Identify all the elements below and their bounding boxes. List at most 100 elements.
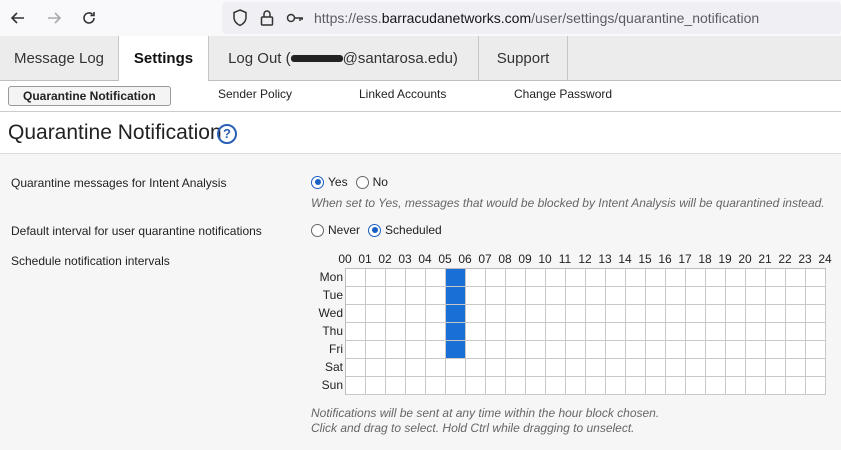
schedule-cell[interactable] — [426, 377, 446, 395]
schedule-cell[interactable] — [526, 377, 546, 395]
schedule-cell[interactable] — [606, 323, 626, 341]
schedule-cell[interactable] — [506, 269, 526, 287]
schedule-cell[interactable] — [726, 323, 746, 341]
schedule-cell[interactable] — [446, 323, 466, 341]
schedule-cell[interactable] — [466, 269, 486, 287]
schedule-cell[interactable] — [586, 323, 606, 341]
schedule-cell[interactable] — [526, 359, 546, 377]
schedule-cell[interactable] — [706, 377, 726, 395]
schedule-cell[interactable] — [346, 377, 366, 395]
schedule-cell[interactable] — [566, 323, 586, 341]
schedule-cell[interactable] — [466, 377, 486, 395]
schedule-cell[interactable] — [526, 341, 546, 359]
schedule-cell[interactable] — [726, 305, 746, 323]
schedule-cell[interactable] — [646, 323, 666, 341]
schedule-cell[interactable] — [626, 287, 646, 305]
schedule-cell[interactable] — [606, 269, 626, 287]
schedule-cell[interactable] — [406, 269, 426, 287]
schedule-cell[interactable] — [526, 287, 546, 305]
schedule-cell[interactable] — [486, 323, 506, 341]
tab-settings[interactable]: Settings — [118, 36, 209, 81]
schedule-cell[interactable] — [586, 359, 606, 377]
schedule-cell[interactable] — [606, 341, 626, 359]
schedule-cell[interactable] — [766, 269, 786, 287]
schedule-cell[interactable] — [686, 377, 706, 395]
schedule-cell[interactable] — [686, 323, 706, 341]
schedule-cell[interactable] — [506, 305, 526, 323]
url-bar[interactable]: https://ess.barracudanetworks.com/user/s… — [222, 2, 841, 34]
schedule-cell[interactable] — [546, 341, 566, 359]
schedule-cell[interactable] — [446, 287, 466, 305]
schedule-cell[interactable] — [666, 305, 686, 323]
schedule-cell[interactable] — [386, 305, 406, 323]
schedule-cell[interactable] — [386, 323, 406, 341]
schedule-cell[interactable] — [486, 341, 506, 359]
schedule-cell[interactable] — [626, 323, 646, 341]
schedule-cell[interactable] — [526, 305, 546, 323]
schedule-cell[interactable] — [586, 305, 606, 323]
interval-scheduled-option[interactable]: Scheduled — [368, 223, 442, 237]
schedule-cell[interactable] — [346, 305, 366, 323]
schedule-cell[interactable] — [726, 269, 746, 287]
schedule-cell[interactable] — [366, 305, 386, 323]
schedule-cell[interactable] — [506, 287, 526, 305]
schedule-cell[interactable] — [626, 269, 646, 287]
schedule-cell[interactable] — [606, 359, 626, 377]
schedule-cell[interactable] — [386, 341, 406, 359]
schedule-cell[interactable] — [566, 269, 586, 287]
schedule-cell[interactable] — [386, 269, 406, 287]
intent-no-radio[interactable] — [355, 175, 369, 189]
schedule-cell[interactable] — [706, 323, 726, 341]
schedule-cell[interactable] — [706, 305, 726, 323]
schedule-cell[interactable] — [586, 269, 606, 287]
schedule-cell[interactable] — [406, 341, 426, 359]
schedule-cell[interactable] — [686, 305, 706, 323]
schedule-cell[interactable] — [346, 341, 366, 359]
schedule-cell[interactable] — [666, 359, 686, 377]
lock-icon[interactable] — [260, 9, 274, 30]
schedule-cell[interactable] — [666, 323, 686, 341]
schedule-cell[interactable] — [386, 377, 406, 395]
schedule-cell[interactable] — [446, 341, 466, 359]
schedule-cell[interactable] — [486, 269, 506, 287]
schedule-cell[interactable] — [366, 269, 386, 287]
schedule-cell[interactable] — [566, 341, 586, 359]
schedule-cell[interactable] — [646, 359, 666, 377]
schedule-cell[interactable] — [646, 305, 666, 323]
schedule-cell[interactable] — [626, 305, 646, 323]
schedule-cell[interactable] — [786, 323, 806, 341]
tab-message-log[interactable]: Message Log — [0, 36, 119, 80]
tab-support[interactable]: Support — [479, 36, 568, 80]
schedule-cell[interactable] — [586, 377, 606, 395]
schedule-cell[interactable] — [446, 269, 466, 287]
schedule-cell[interactable] — [746, 341, 766, 359]
url-text[interactable]: https://ess.barracudanetworks.com/user/s… — [314, 10, 759, 26]
interval-never-radio[interactable] — [311, 223, 324, 237]
schedule-cell[interactable] — [646, 377, 666, 395]
schedule-cell[interactable] — [426, 287, 446, 305]
schedule-cell[interactable] — [726, 341, 746, 359]
schedule-cell[interactable] — [746, 377, 766, 395]
schedule-cell[interactable] — [366, 341, 386, 359]
schedule-cell[interactable] — [546, 323, 566, 341]
key-icon[interactable] — [286, 11, 304, 28]
schedule-cell[interactable] — [466, 359, 486, 377]
schedule-cell[interactable] — [746, 359, 766, 377]
schedule-cell[interactable] — [566, 305, 586, 323]
schedule-cell[interactable] — [486, 305, 506, 323]
schedule-cell[interactable] — [466, 341, 486, 359]
schedule-cell[interactable] — [586, 287, 606, 305]
schedule-cell[interactable] — [786, 341, 806, 359]
schedule-cell[interactable] — [766, 323, 786, 341]
schedule-cell[interactable] — [486, 287, 506, 305]
schedule-cell[interactable] — [746, 323, 766, 341]
schedule-cell[interactable] — [346, 359, 366, 377]
schedule-cell[interactable] — [546, 359, 566, 377]
schedule-cell[interactable] — [366, 323, 386, 341]
forward-arrow-icon[interactable] — [42, 6, 66, 30]
back-arrow-icon[interactable] — [6, 6, 30, 30]
schedule-cell[interactable] — [666, 269, 686, 287]
schedule-cell[interactable] — [546, 305, 566, 323]
schedule-cell[interactable] — [346, 323, 366, 341]
schedule-cell[interactable] — [546, 269, 566, 287]
